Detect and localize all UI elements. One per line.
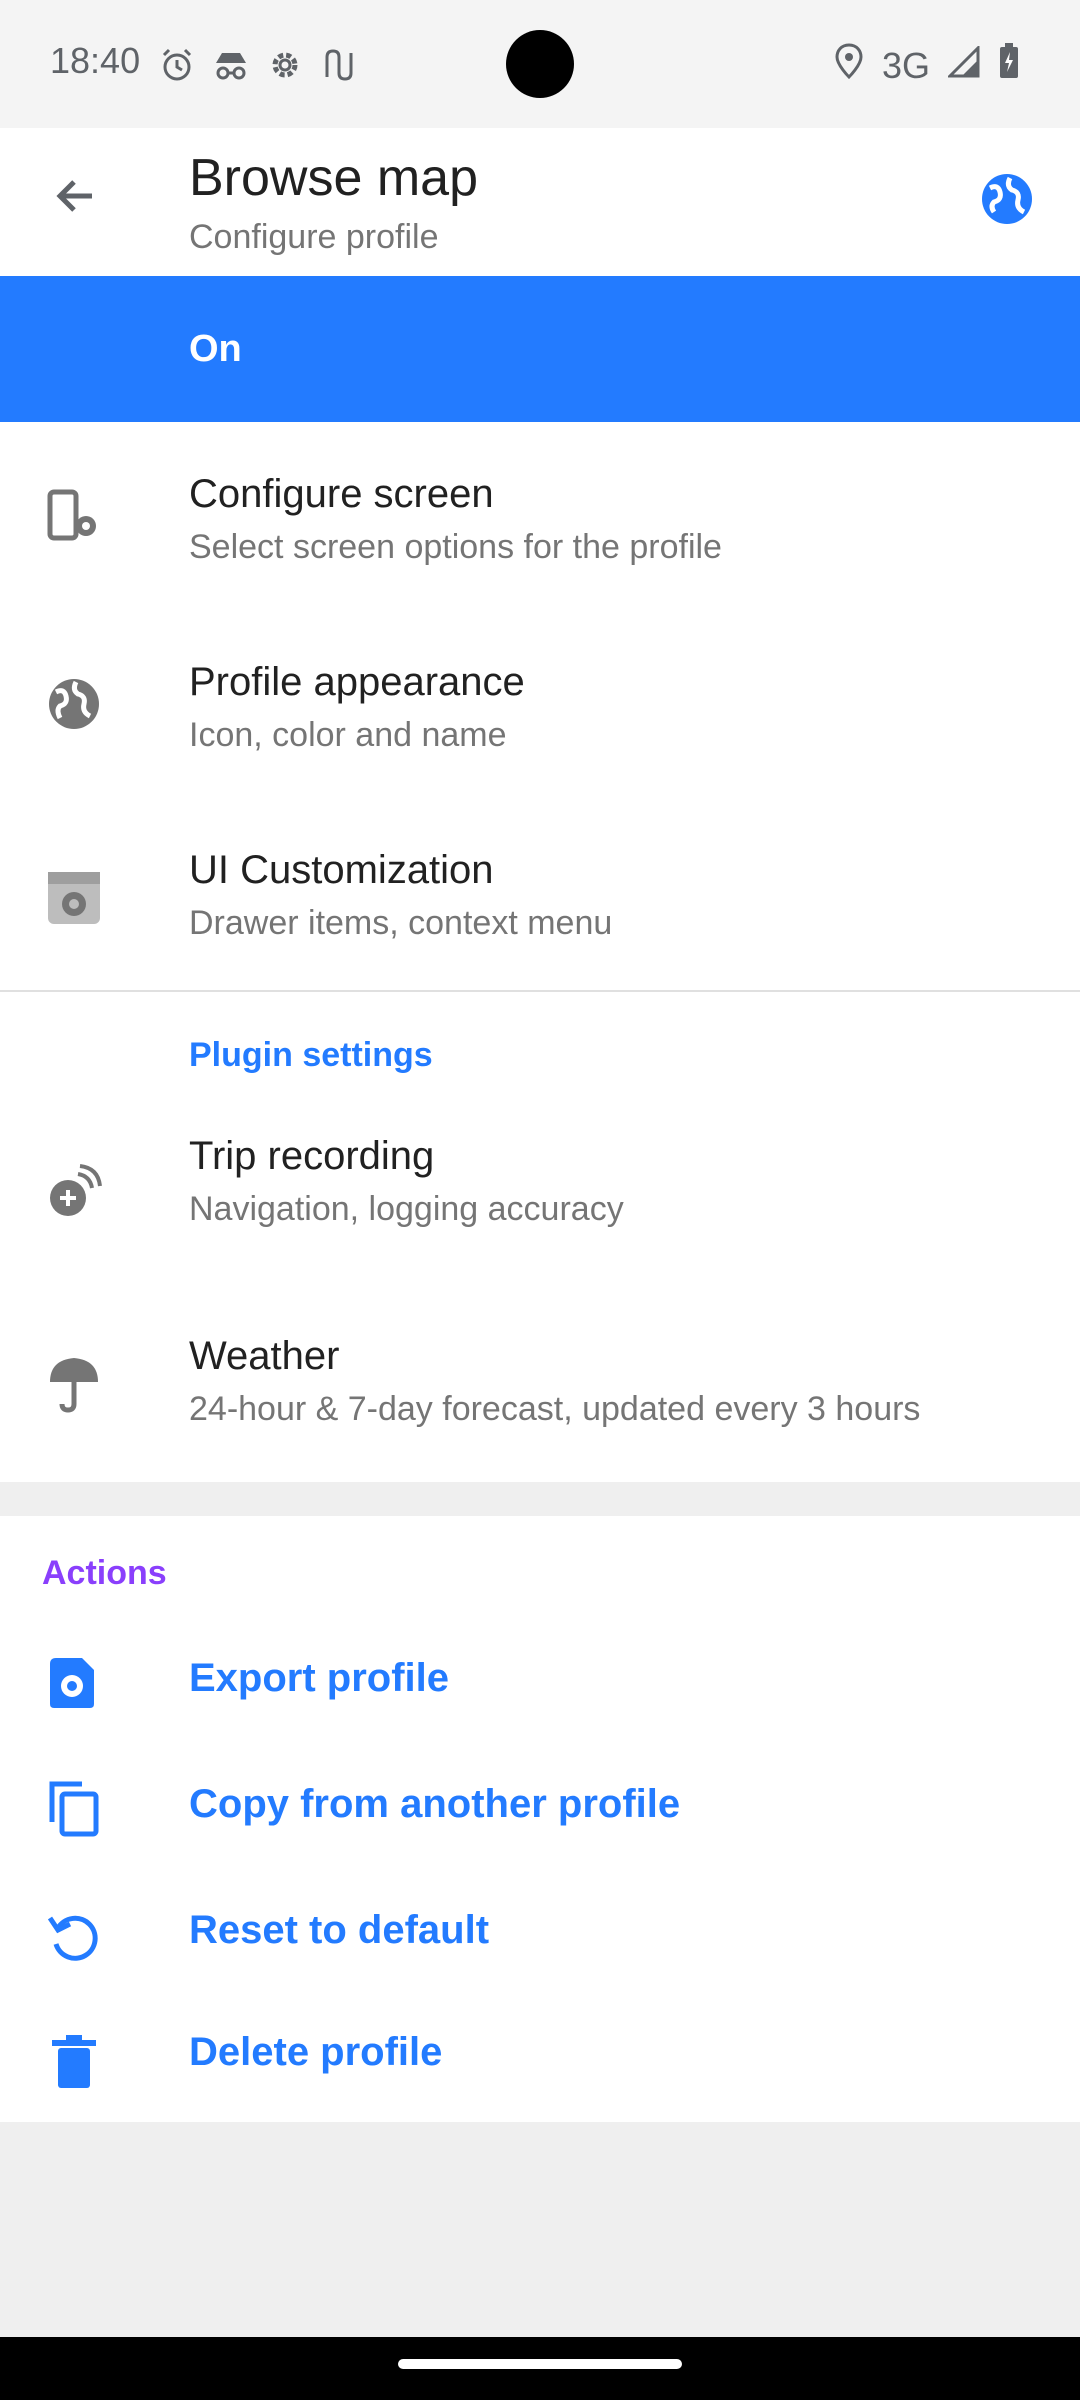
list-item-description: Navigation, logging accuracy <box>189 1190 624 1228</box>
export-profile-button[interactable]: Export profile <box>0 1620 1080 1738</box>
copy-icon <box>46 1778 102 1837</box>
signal-icon <box>946 43 980 87</box>
phone-settings-icon <box>46 488 102 544</box>
system-nav-bar <box>0 2337 1080 2400</box>
signal-monitor-icon <box>320 46 358 84</box>
list-item-description: Select screen options for the profile <box>189 528 722 566</box>
list-item-description: Drawer items, context menu <box>189 904 613 942</box>
home-gesture-handle[interactable] <box>398 2359 682 2369</box>
app-bar: Browse map Configure profile <box>0 128 1080 276</box>
back-button[interactable] <box>48 168 104 224</box>
list-item-profile-appearance[interactable]: Profile appearance Icon, color and name <box>0 610 1080 798</box>
location-icon <box>834 43 864 88</box>
list-item-weather[interactable]: Weather 24-hour & 7-day forecast, update… <box>0 1282 1080 1482</box>
page-subtitle: Configure profile <box>189 218 439 256</box>
list-item-title: UI Customization <box>189 848 494 892</box>
bottom-empty-area <box>0 2122 1080 2337</box>
switch-label: On <box>189 328 242 370</box>
list-item-trip-recording[interactable]: Trip recording Navigation, logging accur… <box>0 1092 1080 1282</box>
status-right: 3G <box>834 42 1020 89</box>
delete-profile-button[interactable]: Delete profile <box>0 2004 1080 2122</box>
action-label: Copy from another profile <box>189 1782 681 1826</box>
alarm-icon <box>158 46 196 84</box>
actions-header: Actions <box>42 1554 167 1592</box>
network-type: 3G <box>881 44 930 86</box>
globe-icon <box>46 676 102 732</box>
battery-icon <box>998 42 1020 89</box>
incognito-icon <box>212 46 250 84</box>
delete-icon <box>46 2034 102 2090</box>
action-label: Delete profile <box>189 2030 443 2074</box>
trip-recording-icon <box>46 1164 102 1220</box>
status-bar: 18:40 3G <box>0 0 1080 128</box>
reset-to-default-button[interactable]: Reset to default <box>0 1872 1080 2004</box>
plugin-settings-header: Plugin settings <box>189 1036 433 1074</box>
ui-customization-icon <box>46 870 102 926</box>
profile-switch-bar[interactable]: On <box>0 276 1080 422</box>
back-arrow-icon <box>56 180 92 212</box>
list-item-title: Trip recording <box>189 1134 435 1178</box>
camera-cutout <box>506 30 574 98</box>
list-item-title: Profile appearance <box>189 660 525 704</box>
umbrella-icon <box>46 1354 102 1413</box>
list-item-description: 24-hour & 7-day forecast, updated every … <box>189 1390 921 1428</box>
globe-icon <box>982 174 1032 224</box>
status-time: 18:40 <box>50 40 141 81</box>
action-label: Reset to default <box>189 1908 490 1952</box>
list-item-configure-screen[interactable]: Configure screen Select screen options f… <box>0 422 1080 610</box>
action-label: Export profile <box>189 1656 450 1700</box>
profile-globe-button[interactable] <box>980 172 1034 226</box>
list-item-title: Configure screen <box>189 472 494 516</box>
section-divider <box>0 990 1080 992</box>
status-icons-left <box>158 46 358 84</box>
reset-icon <box>46 1910 102 1966</box>
list-item-ui-customization[interactable]: UI Customization Drawer items, context m… <box>0 798 1080 988</box>
list-item-description: Icon, color and name <box>189 716 507 754</box>
copy-from-profile-button[interactable]: Copy from another profile <box>0 1740 1080 1870</box>
settings-gear-icon <box>266 46 304 84</box>
section-gap <box>0 1482 1080 1516</box>
export-profile-icon <box>46 1654 102 1710</box>
list-item-title: Weather <box>189 1334 340 1378</box>
page-title: Browse map <box>189 149 478 207</box>
